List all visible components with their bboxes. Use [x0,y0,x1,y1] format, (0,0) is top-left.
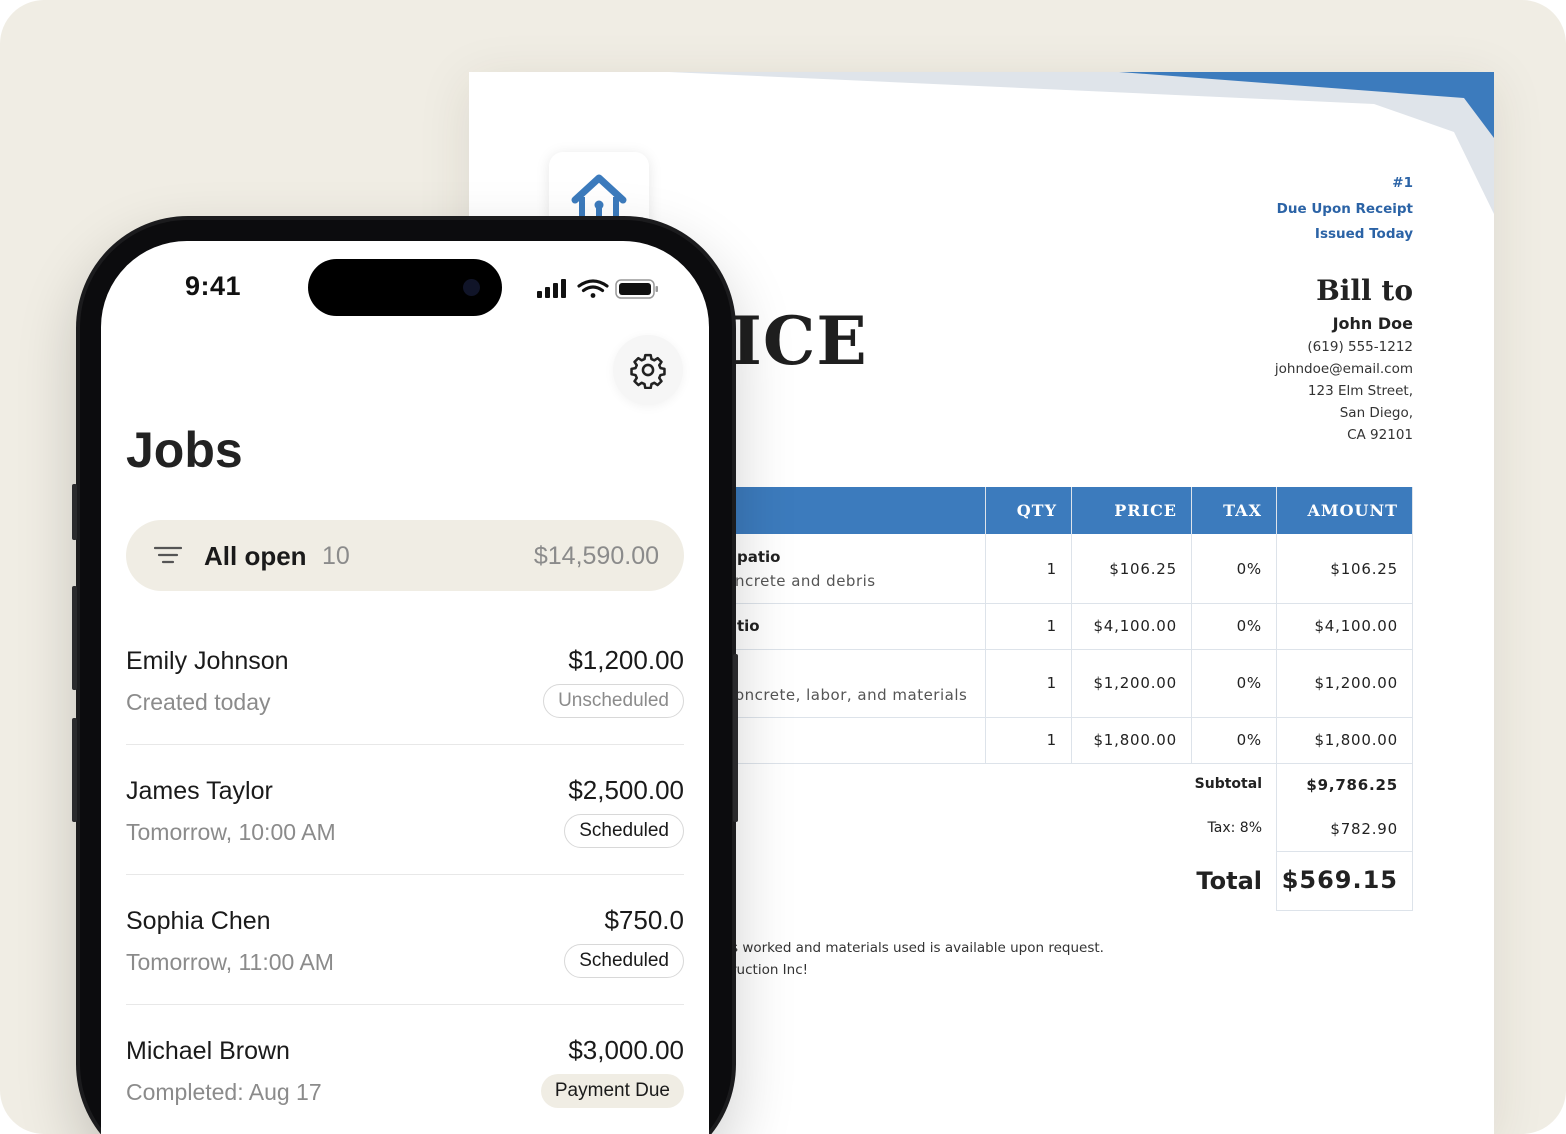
camera-icon [463,279,480,296]
column-header-price: PRICE [1114,501,1177,520]
tax-label: Tax: 8% [1207,820,1262,836]
invoice-due-terms: Due Upon Receipt [1276,201,1413,217]
status-badge: Unscheduled [543,684,684,718]
tax-value: $782.90 [1330,820,1398,838]
total-value: $569.15 [1281,866,1398,894]
filter-lines-icon [154,546,182,564]
job-amount: $3,000.00 [568,1035,684,1065]
phone-side-button [733,654,738,822]
table-divider [1276,851,1413,852]
job-list-item[interactable]: Sophia Chen $750.0 Tomorrow, 11:00 AM Sc… [126,875,684,1005]
line-item-qty: 1 [1046,617,1057,635]
battery-icon [615,279,658,299]
line-item-qty: 1 [1046,560,1057,578]
table-divider [1276,910,1413,911]
invoice-footer-note: s worked and materials used is available… [731,940,1104,956]
total-label: Total [1196,867,1262,895]
phone-side-button [72,718,77,822]
job-customer-name: Sophia Chen [126,907,271,935]
line-item-tax: 0% [1236,674,1262,692]
subtotal-value: $9,786.25 [1306,776,1398,794]
phone-side-button [72,484,77,540]
bill-to-phone: (619) 555-1212 [1307,339,1413,355]
table-divider [1412,487,1413,911]
page-title: Jobs [126,422,243,478]
invoice-footer-note: ruction Inc! [731,962,809,978]
line-item-title: tio [737,617,760,635]
job-time: Tomorrow, 10:00 AM [126,819,336,845]
job-list-item[interactable]: James Taylor $2,500.00 Tomorrow, 10:00 A… [126,745,684,875]
status-bar-icons [537,279,658,299]
line-item-qty: 1 [1046,731,1057,749]
table-divider [1276,487,1277,911]
line-item-price: $1,200.00 [1093,674,1177,692]
status-badge: Payment Due [540,1074,684,1108]
bill-to-heading: Bill to [1316,274,1413,307]
cellular-signal-icon [537,279,566,298]
job-amount: $2,500.00 [568,775,684,805]
line-item-tax: 0% [1236,560,1262,578]
filter-count: 10 [322,542,350,570]
line-item-description: ncrete and debris [735,572,876,590]
bill-to-address-line: San Diego, [1339,405,1413,421]
phone-screen: 9:41 Jobs All open 10 $14,590.00 Emily J… [101,241,709,1134]
column-header-amount: AMOUNT [1307,501,1398,520]
line-item-price: $1,800.00 [1093,731,1177,749]
line-item-amount: $1,200.00 [1314,674,1398,692]
wifi-icon [577,279,609,298]
job-time: Completed: Aug 17 [126,1079,322,1105]
bill-to-address-line: CA 92101 [1347,427,1413,443]
line-item-amount: $1,800.00 [1314,731,1398,749]
job-time: Tomorrow, 11:00 AM [126,949,334,975]
line-item-tax: 0% [1236,731,1262,749]
bill-to-name: John Doe [1332,314,1413,333]
status-time: 9:41 [185,271,242,301]
job-customer-name: Michael Brown [126,1037,290,1065]
filter-label: All open [204,541,307,571]
filter-total-amount: $14,590.00 [533,542,659,570]
bill-to-address-line: 123 Elm Street, [1307,383,1413,399]
subtotal-label: Subtotal [1194,776,1262,792]
bill-to-email: johndoe@email.com [1274,361,1413,377]
invoice-title: ICE [731,302,868,380]
job-list-item[interactable]: Michael Brown $3,000.00 Completed: Aug 1… [126,1005,684,1134]
line-item-price: $106.25 [1109,560,1177,578]
job-customer-name: James Taylor [126,777,273,805]
line-item-tax: 0% [1236,617,1262,635]
settings-gear-icon [630,353,666,389]
line-item-price: $4,100.00 [1093,617,1177,635]
line-item-title: patio [737,548,781,566]
column-header-tax: TAX [1223,501,1262,520]
phone-side-button [72,586,77,690]
line-item-amount: $106.25 [1330,560,1398,578]
job-amount: $1,200.00 [568,645,684,675]
settings-button[interactable] [613,335,683,405]
job-list-item[interactable]: Emily Johnson $1,200.00 Created today Un… [126,615,684,745]
job-time: Created today [126,689,271,715]
column-header-qty: QTY [1016,501,1057,520]
invoice-issued-date: Issued Today [1314,226,1413,242]
line-item-amount: $4,100.00 [1314,617,1398,635]
job-amount: $750.0 [604,905,684,935]
invoice-number: #1 [1392,175,1413,191]
background-frame: #1 Due Upon Receipt Issued Today ICE Bil… [0,0,1566,1134]
dynamic-island [308,259,502,316]
filter-selector[interactable]: All open 10 $14,590.00 [126,520,684,591]
line-item-description: oncrete, labor, and materials [735,686,968,704]
status-badge: Scheduled [564,944,684,978]
status-badge: Scheduled [564,814,684,848]
line-item-qty: 1 [1046,674,1057,692]
job-customer-name: Emily Johnson [126,647,289,675]
